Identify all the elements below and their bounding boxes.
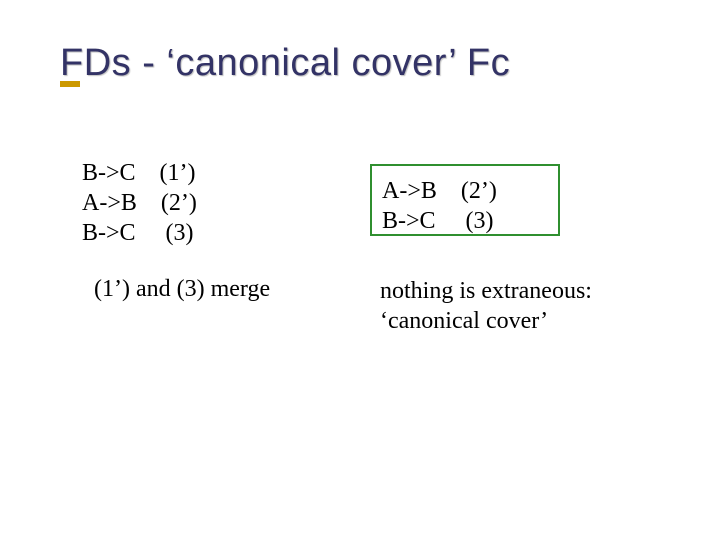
title-underline	[60, 100, 660, 102]
fd-row: A->B (2’)	[82, 188, 197, 218]
title-block: FDs - ‘canonical cover’ Fc	[60, 42, 660, 85]
title-accent	[60, 81, 80, 87]
right-caption-line: nothing is extraneous:	[380, 276, 592, 306]
right-caption: nothing is extraneous: ‘canonical cover’	[380, 276, 592, 336]
right-caption-line: ‘canonical cover’	[380, 306, 592, 336]
fd-row: B->C (1’)	[82, 158, 197, 188]
page-title: FDs - ‘canonical cover’ Fc	[60, 42, 510, 84]
fd-row: A->B (2’)	[382, 176, 497, 206]
left-caption: (1’) and (3) merge	[94, 276, 270, 303]
slide: FDs - ‘canonical cover’ Fc B->C (1’) A->…	[0, 0, 720, 540]
right-fd-list: A->B (2’) B->C (3)	[382, 176, 497, 236]
left-fd-list: B->C (1’) A->B (2’) B->C (3)	[82, 158, 197, 248]
fd-row: B->C (3)	[382, 206, 497, 236]
fd-row: B->C (3)	[82, 218, 197, 248]
